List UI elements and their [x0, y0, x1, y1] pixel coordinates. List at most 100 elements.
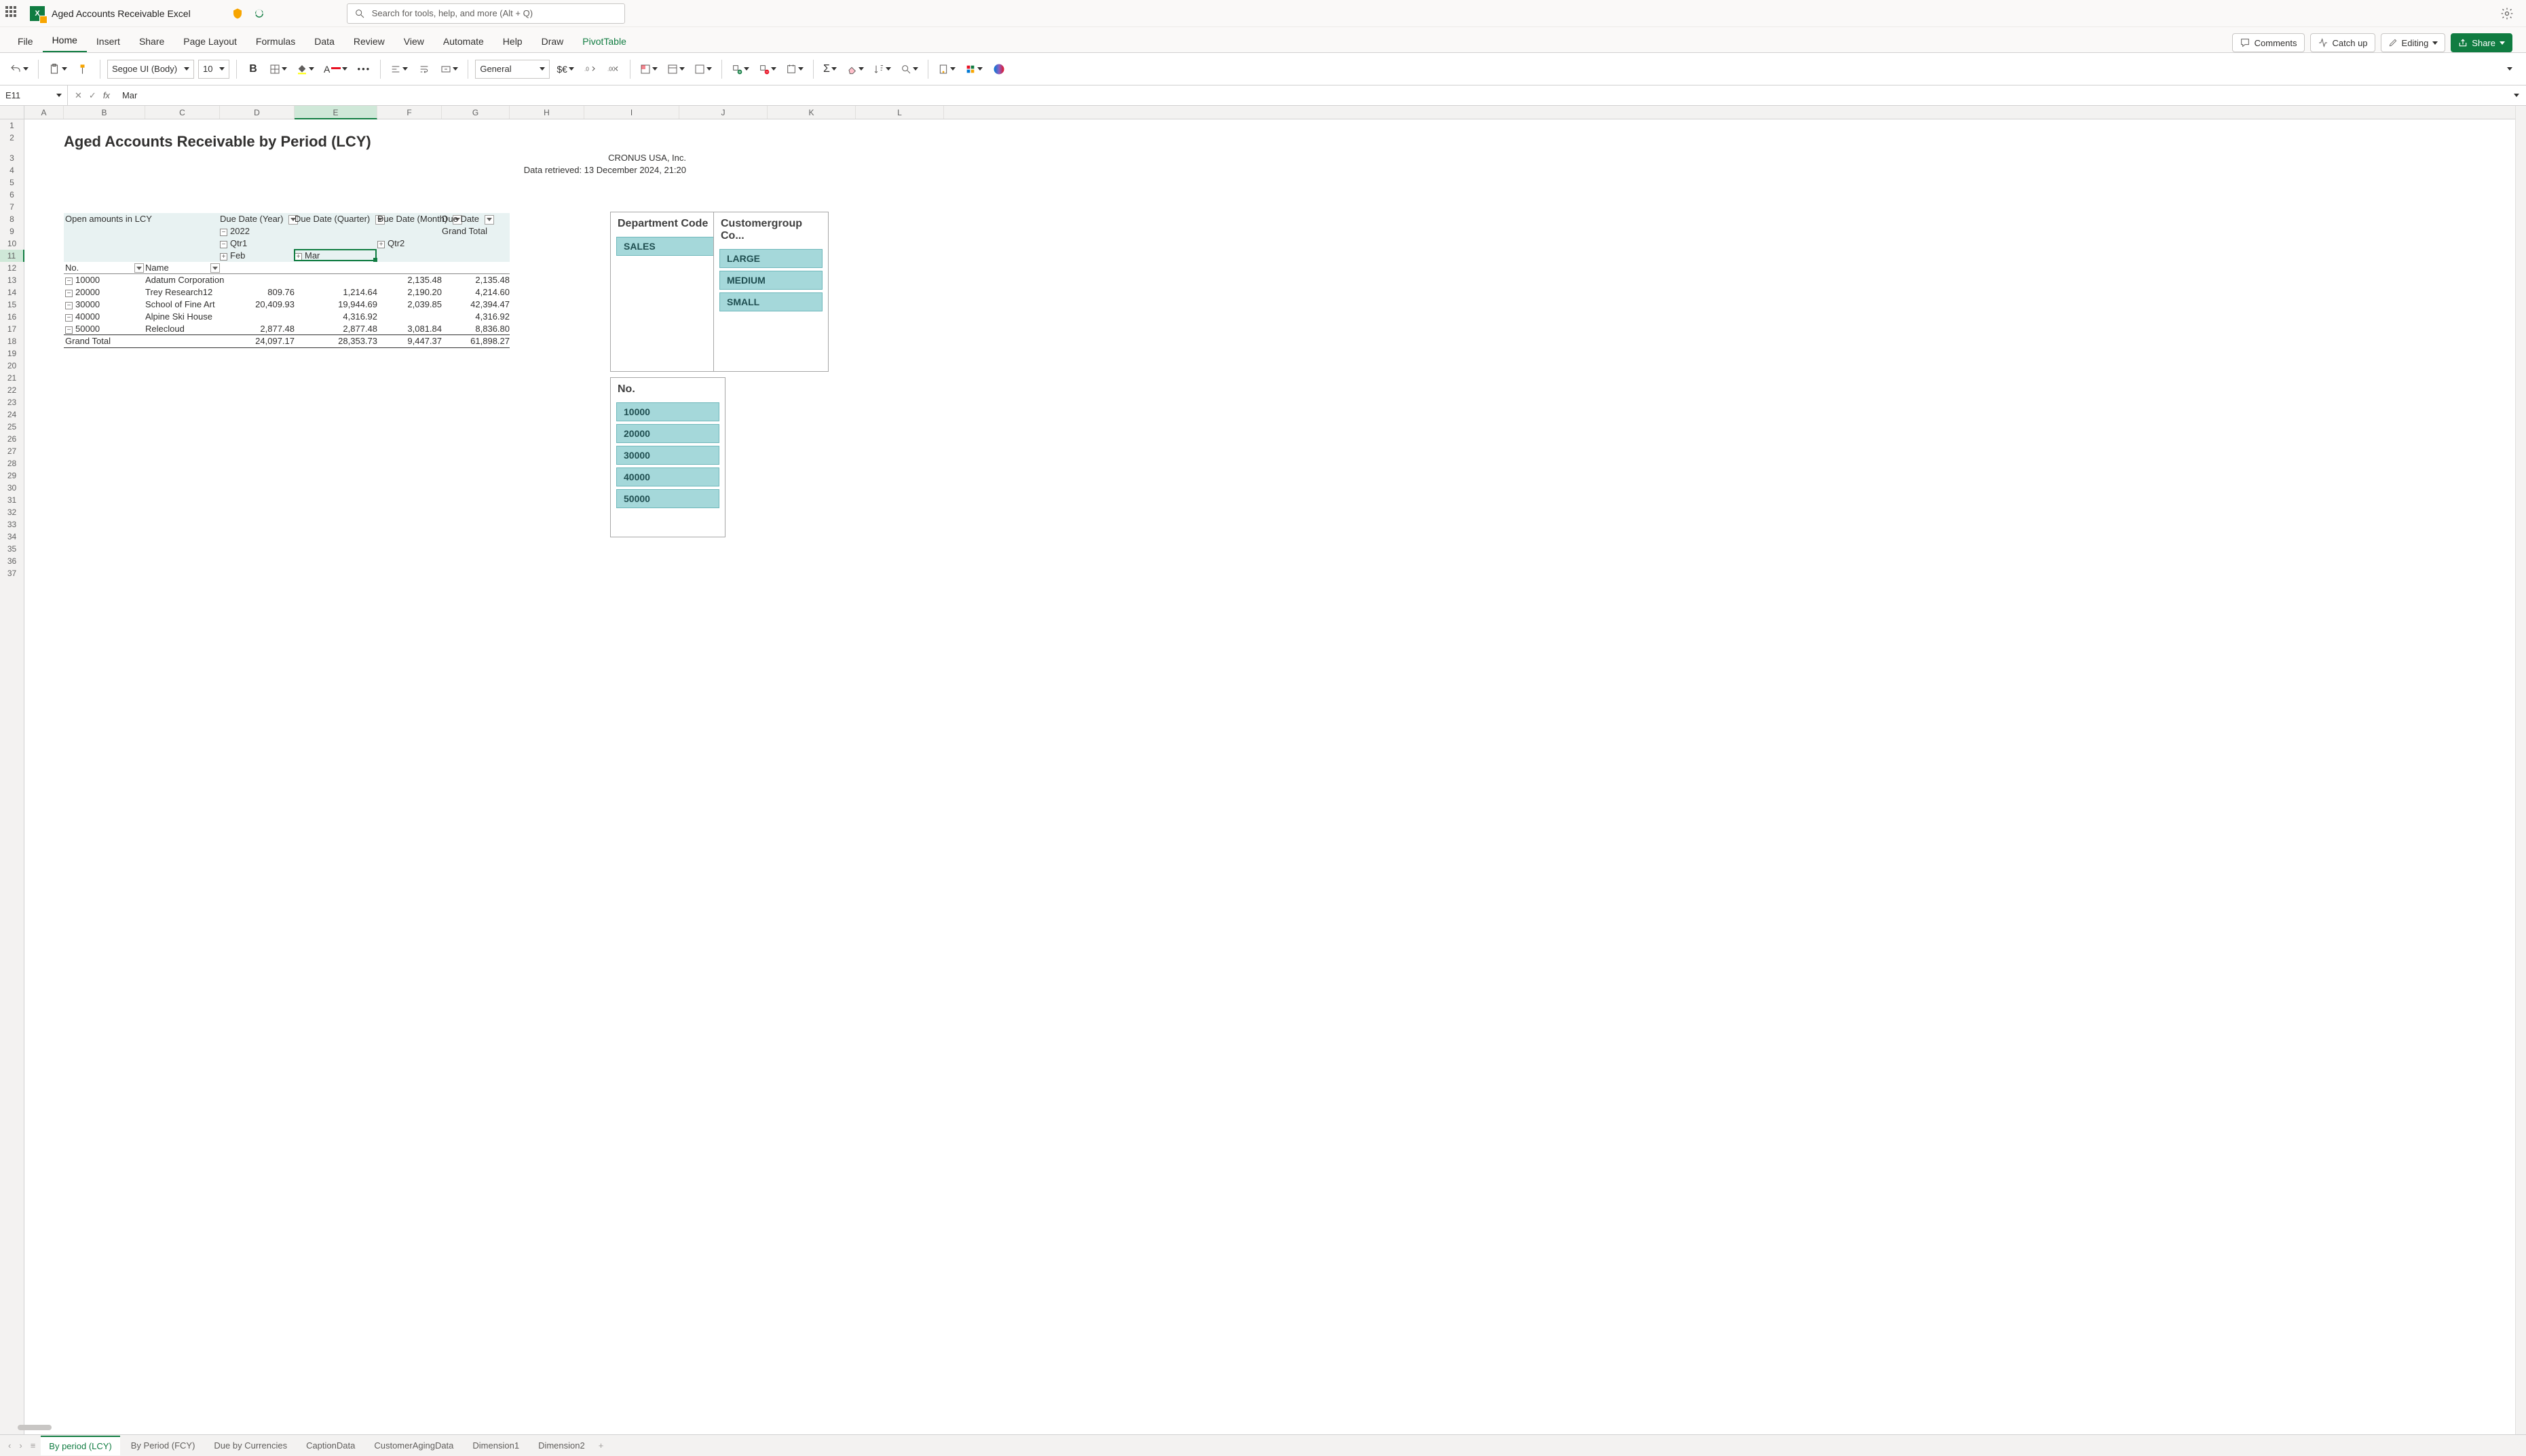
- column-header-K[interactable]: K: [768, 106, 856, 119]
- column-header-E[interactable]: E: [295, 106, 377, 119]
- autosum-button[interactable]: Σ: [821, 58, 840, 80]
- slicer-customergroup-item[interactable]: MEDIUM: [719, 271, 823, 290]
- increase-decimal-button[interactable]: .0: [581, 58, 600, 80]
- format-cells-button[interactable]: [783, 58, 806, 80]
- tab-automate[interactable]: Automate: [434, 31, 493, 52]
- row-header-1[interactable]: 1: [0, 119, 24, 132]
- copilot-button[interactable]: [989, 58, 1008, 80]
- settings-gear-icon[interactable]: [2500, 7, 2514, 20]
- column-header-L[interactable]: L: [856, 106, 944, 119]
- slicer-customergroup-item[interactable]: LARGE: [719, 249, 823, 268]
- tab-home[interactable]: Home: [43, 29, 87, 52]
- sheet-tab-by-period-fcy[interactable]: By Period (FCY): [123, 1436, 204, 1455]
- clear-button[interactable]: [844, 58, 867, 80]
- row-header-13[interactable]: 13: [0, 274, 24, 286]
- comments-button[interactable]: Comments: [2232, 33, 2305, 52]
- row-no[interactable]: −50000: [64, 323, 145, 335]
- row-header-9[interactable]: 9: [0, 225, 24, 237]
- tab-pivottable[interactable]: PivotTable: [573, 31, 636, 52]
- slicer-customergroup-item[interactable]: SMALL: [719, 292, 823, 311]
- row-header-35[interactable]: 35: [0, 543, 24, 555]
- row-no[interactable]: −10000: [64, 274, 145, 286]
- sheet-nav-prev-icon[interactable]: ‹: [5, 1438, 14, 1453]
- row-header-20[interactable]: 20: [0, 360, 24, 372]
- cell-styles-button[interactable]: [692, 58, 715, 80]
- qtr2[interactable]: +Qtr2: [377, 237, 442, 250]
- col-quarter-header[interactable]: Due Date (Quarter): [295, 213, 377, 225]
- row-header-10[interactable]: 10: [0, 237, 24, 250]
- year-2022[interactable]: −2022: [220, 225, 295, 237]
- font-color-button[interactable]: A: [321, 58, 350, 80]
- column-header-A[interactable]: A: [24, 106, 64, 119]
- number-format-selector[interactable]: General: [475, 60, 550, 79]
- vertical-scrollbar[interactable]: [2515, 106, 2526, 1434]
- row-header-16[interactable]: 16: [0, 311, 24, 323]
- row-headers[interactable]: 1234567891011121314151617181920212223242…: [0, 119, 24, 1434]
- sensitivity-button[interactable]: [935, 58, 958, 80]
- row-header-26[interactable]: 26: [0, 433, 24, 445]
- merge-button[interactable]: [438, 58, 461, 80]
- slicer-customergroup[interactable]: Customergroup Co...LARGEMEDIUMSMALL: [713, 212, 829, 372]
- column-header-B[interactable]: B: [64, 106, 145, 119]
- row-header-15[interactable]: 15: [0, 299, 24, 311]
- row-header-5[interactable]: 5: [0, 176, 24, 189]
- align-button[interactable]: [388, 58, 411, 80]
- qtr1[interactable]: −Qtr1: [220, 237, 295, 250]
- wrap-text-button[interactable]: [415, 58, 434, 80]
- month-mar[interactable]: +Mar: [295, 250, 377, 262]
- row-header-6[interactable]: 6: [0, 189, 24, 201]
- column-headers[interactable]: ABCDEFGHIJKL: [24, 106, 2515, 119]
- row-header-7[interactable]: 7: [0, 201, 24, 213]
- sheet-tab-due-currencies[interactable]: Due by Currencies: [206, 1436, 295, 1455]
- row-header-34[interactable]: 34: [0, 531, 24, 543]
- addins-button[interactable]: [962, 58, 985, 80]
- slicer-department-item[interactable]: SALES: [616, 237, 719, 256]
- row-header-22[interactable]: 22: [0, 384, 24, 396]
- row-header-4[interactable]: 4: [0, 164, 24, 176]
- paste-button[interactable]: [45, 58, 70, 80]
- delete-cells-button[interactable]: [756, 58, 779, 80]
- slicer-no-item[interactable]: 20000: [616, 424, 719, 443]
- conditional-format-button[interactable]: [637, 58, 660, 80]
- tab-draw[interactable]: Draw: [532, 31, 573, 52]
- column-header-I[interactable]: I: [584, 106, 679, 119]
- tab-share[interactable]: Share: [130, 31, 174, 52]
- slicer-no[interactable]: No.1000020000300004000050000: [610, 377, 725, 537]
- row-header-32[interactable]: 32: [0, 506, 24, 518]
- slicer-department[interactable]: Department CodeSALES: [610, 212, 725, 372]
- tab-page-layout[interactable]: Page Layout: [174, 31, 246, 52]
- font-family-selector[interactable]: Segoe UI (Body): [107, 60, 194, 79]
- fx-icon[interactable]: fx: [103, 90, 110, 100]
- col-month-header[interactable]: Due Date (Month): [377, 213, 442, 225]
- row-header-27[interactable]: 27: [0, 445, 24, 457]
- document-title[interactable]: Aged Accounts Receivable Excel: [52, 8, 191, 19]
- tab-data[interactable]: Data: [305, 31, 344, 52]
- row-header-12[interactable]: 12: [0, 262, 24, 274]
- fill-color-button[interactable]: [294, 58, 317, 80]
- slicer-no-item[interactable]: 50000: [616, 489, 719, 508]
- tab-insert[interactable]: Insert: [87, 31, 130, 52]
- row-header-37[interactable]: 37: [0, 567, 24, 579]
- slicer-no-item[interactable]: 30000: [616, 446, 719, 465]
- row-header-3[interactable]: 3: [0, 152, 24, 164]
- sheet-tab-dimension1[interactable]: Dimension1: [464, 1436, 527, 1455]
- app-launcher-icon[interactable]: [5, 6, 20, 21]
- spreadsheet-grid[interactable]: ABCDEFGHIJKL 123456789101112131415161718…: [0, 106, 2526, 1434]
- sheet-nav-next-icon[interactable]: ›: [16, 1438, 24, 1453]
- ribbon-expand-button[interactable]: [2500, 58, 2519, 80]
- slicer-no-item[interactable]: 10000: [616, 402, 719, 421]
- row-header-24[interactable]: 24: [0, 408, 24, 421]
- row-header-31[interactable]: 31: [0, 494, 24, 506]
- row-header-33[interactable]: 33: [0, 518, 24, 531]
- select-all-corner[interactable]: [0, 106, 24, 119]
- sort-filter-button[interactable]: [871, 58, 894, 80]
- undo-button[interactable]: [7, 58, 31, 80]
- column-header-D[interactable]: D: [220, 106, 295, 119]
- tab-formulas[interactable]: Formulas: [246, 31, 305, 52]
- col-year-header[interactable]: Due Date (Year): [220, 213, 295, 225]
- format-table-button[interactable]: [664, 58, 687, 80]
- row-header-23[interactable]: 23: [0, 396, 24, 408]
- column-header-C[interactable]: C: [145, 106, 220, 119]
- no-header[interactable]: No.: [64, 262, 144, 274]
- row-header-8[interactable]: 8: [0, 213, 24, 225]
